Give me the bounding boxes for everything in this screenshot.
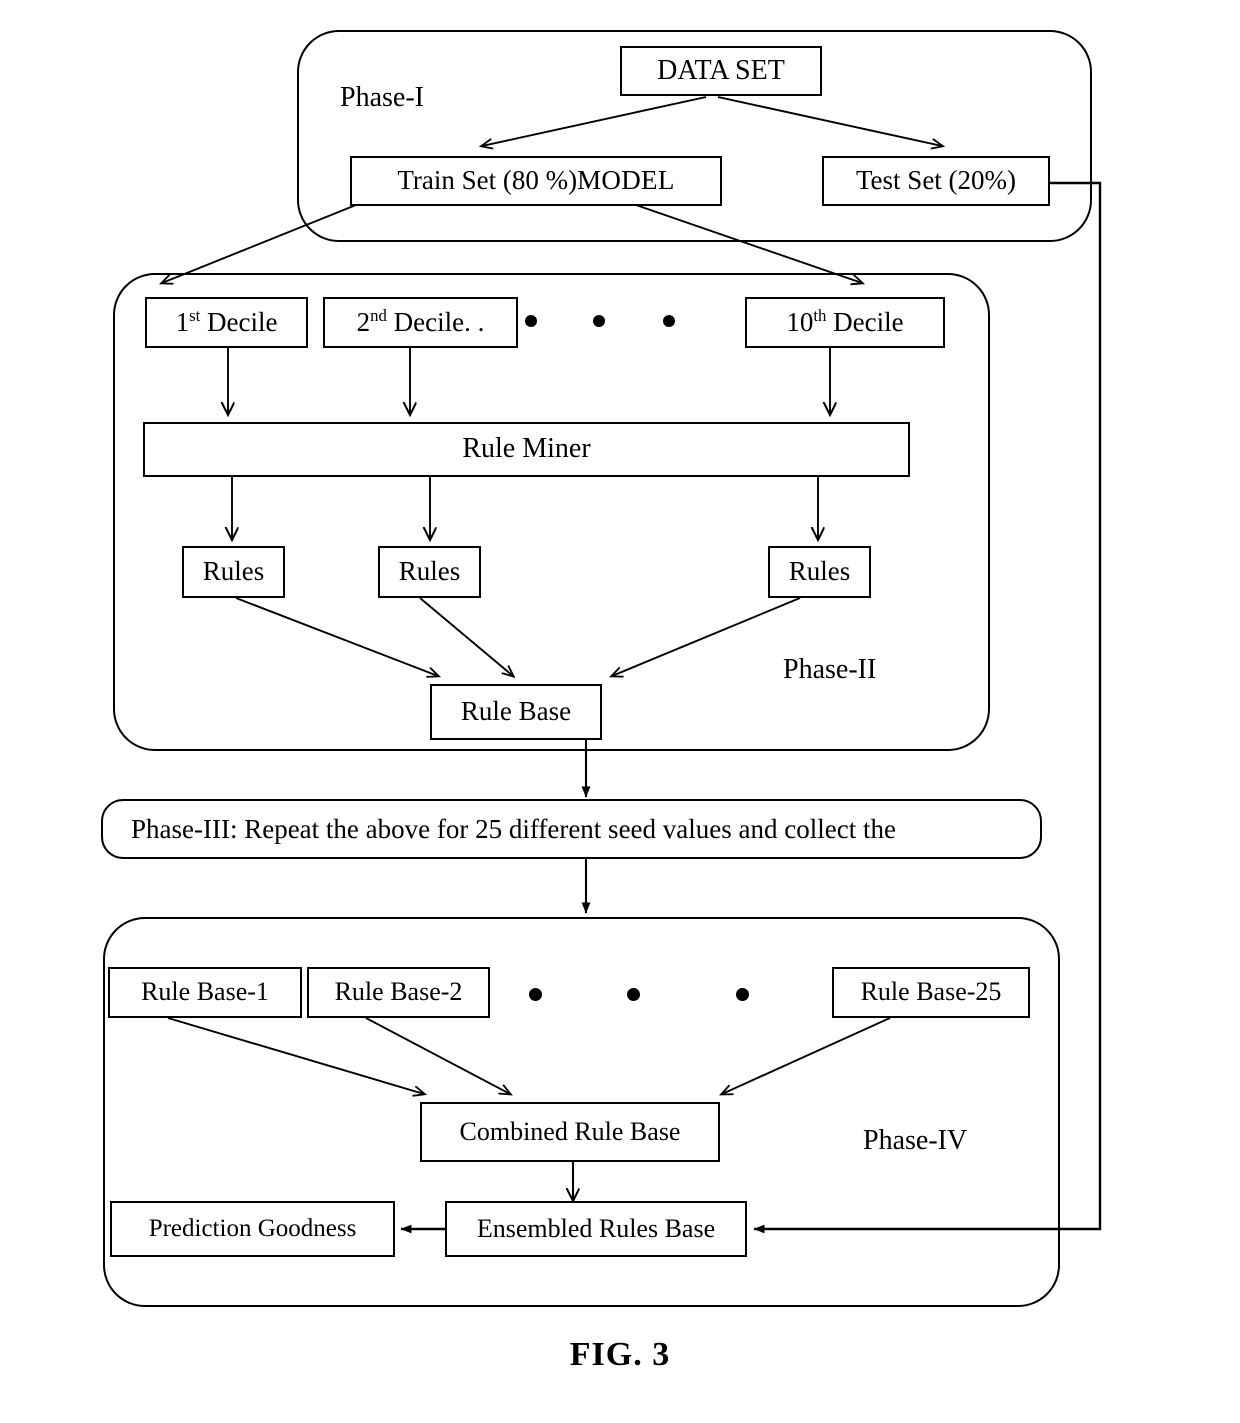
rules-box-2[interactable]: Rules — [378, 546, 481, 598]
prediction-goodness-box[interactable]: Prediction Goodness — [110, 1201, 395, 1257]
decile-10-label: 10th Decile — [786, 305, 904, 337]
phase-1-label: Phase-I — [340, 82, 424, 113]
rule-base-25-box[interactable]: Rule Base-25 — [832, 967, 1030, 1018]
phase4-ellipsis-dot-3 — [736, 988, 749, 1001]
rule-base-1-box[interactable]: Rule Base-1 — [108, 967, 302, 1018]
dataset-label: DATA SET — [657, 54, 785, 86]
combined-rule-base-label: Combined Rule Base — [459, 1116, 681, 1146]
rules-box-1[interactable]: Rules — [182, 546, 285, 598]
rule-base-2-box[interactable]: Rule Base-2 — [307, 967, 490, 1018]
ensembled-rules-base-label: Ensembled Rules Base — [476, 1213, 716, 1243]
ensembled-rules-base-box[interactable]: Ensembled Rules Base — [445, 1201, 747, 1257]
train-set-box[interactable]: Train Set (80 %) MODEL — [350, 156, 722, 206]
rule-base-1-label: Rule Base-1 — [141, 977, 269, 1007]
test-set-label: Test Set (20%) — [855, 165, 1017, 196]
decile-1-box[interactable]: 1st Decile — [145, 297, 308, 348]
decile-2-label: 2nd Decile. . — [356, 305, 485, 337]
phase4-ellipsis-dot-1 — [529, 988, 542, 1001]
figure-caption: FIG. 3 — [569, 1336, 671, 1373]
phase-4-label: Phase-IV — [863, 1125, 968, 1156]
rule-base-box[interactable]: Rule Base — [430, 684, 602, 740]
ellipsis-dot-3 — [663, 315, 675, 327]
phase4-ellipsis-dot-2 — [627, 988, 640, 1001]
dataset-box[interactable]: DATA SET — [620, 46, 822, 96]
combined-rule-base-box[interactable]: Combined Rule Base — [420, 1102, 720, 1162]
rules-label-10: Rules — [788, 556, 851, 587]
test-set-box[interactable]: Test Set (20%) — [822, 156, 1050, 206]
rules-label-1: Rules — [202, 556, 265, 587]
rule-miner-box[interactable]: Rule Miner — [143, 422, 910, 477]
rule-base-25-label: Rule Base-25 — [860, 977, 1002, 1007]
train-set-label: Train Set (80 %) — [397, 165, 578, 196]
rules-box-10[interactable]: Rules — [768, 546, 871, 598]
figure-canvas: Phase-I Phase-II Phase-IV DATA SET Train… — [0, 0, 1240, 1423]
phase-3-text: Phase-III: Repeat the above for 25 diffe… — [131, 813, 896, 844]
decile-2-box[interactable]: 2nd Decile. . — [323, 297, 518, 348]
phase-2-label: Phase-II — [783, 654, 877, 685]
rules-label-2: Rules — [398, 556, 461, 587]
prediction-goodness-label: Prediction Goodness — [148, 1215, 357, 1243]
rule-base-label: Rule Base — [460, 696, 572, 727]
rule-base-2-label: Rule Base-2 — [334, 977, 463, 1007]
train-set-model-label: MODEL — [577, 165, 675, 196]
ellipsis-dot-1 — [525, 315, 537, 327]
phase-3-banner[interactable]: Phase-III: Repeat the above for 25 diffe… — [101, 799, 1042, 859]
rule-miner-label: Rule Miner — [462, 433, 591, 465]
ellipsis-dot-2 — [593, 315, 605, 327]
decile-10-box[interactable]: 10th Decile — [745, 297, 945, 348]
decile-1-label: 1st Decile — [175, 305, 278, 337]
